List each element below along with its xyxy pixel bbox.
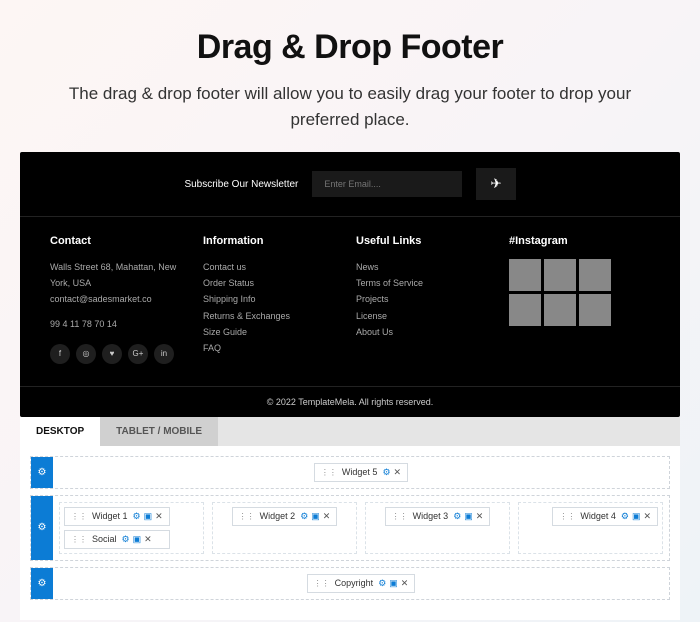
widget-block[interactable]: ⋮⋮ Widget 5 ⚙ ✕ <box>314 463 408 482</box>
footer-link[interactable]: News <box>356 259 497 275</box>
widget-block[interactable]: ⋮⋮ Widget 2 ⚙▣✕ <box>232 507 338 526</box>
footer-copyright: © 2022 TemplateMela. All rights reserved… <box>20 386 680 417</box>
close-icon[interactable]: ✕ <box>323 511 331 522</box>
tab-desktop[interactable]: DESKTOP <box>20 417 100 446</box>
contact-phone: 99 4 11 78 70 14 <box>50 316 191 332</box>
drag-icon: ⋮⋮ <box>314 579 330 588</box>
gear-icon: ⚙ <box>38 578 47 589</box>
instagram-thumb[interactable] <box>544 294 576 326</box>
instagram-icon[interactable]: ◎ <box>76 344 96 364</box>
newsletter-bar: Subscribe Our Newsletter ✈ <box>20 152 680 217</box>
eye-icon[interactable]: ▣ <box>632 511 641 522</box>
footer-link[interactable]: Terms of Service <box>356 275 497 291</box>
device-tabs: DESKTOP TABLET / MOBILE <box>20 417 680 446</box>
footer-col-useful: Useful Links News Terms of Service Proje… <box>356 235 497 364</box>
builder-row: ⚙ ⋮⋮ Widget 5 ⚙ ✕ <box>30 456 670 489</box>
drag-icon: ⋮⋮ <box>239 512 255 521</box>
instagram-thumb[interactable] <box>544 259 576 291</box>
widget-block[interactable]: ⋮⋮ Widget 4 ⚙▣✕ <box>552 507 658 526</box>
widget-label: Widget 4 <box>580 511 616 521</box>
gear-icon: ⚙ <box>38 522 47 533</box>
footer-col-instagram: #Instagram <box>509 235 650 364</box>
widget-block[interactable]: ⋮⋮ Widget 3 ⚙▣✕ <box>385 507 491 526</box>
gear-icon[interactable]: ⚙ <box>300 511 308 522</box>
row-settings-button[interactable]: ⚙ <box>31 496 53 560</box>
gear-icon[interactable]: ⚙ <box>453 511 461 522</box>
close-icon[interactable]: ✕ <box>144 534 152 545</box>
eye-icon[interactable]: ▣ <box>464 511 473 522</box>
footer-link[interactable]: FAQ <box>203 340 344 356</box>
footer-builder: DESKTOP TABLET / MOBILE ⚙ ⋮⋮ Widget 5 ⚙ ✕… <box>20 417 680 620</box>
drag-icon: ⋮⋮ <box>321 468 337 477</box>
close-icon[interactable]: ✕ <box>401 578 409 589</box>
widget-label: Widget 3 <box>413 511 449 521</box>
drag-icon: ⋮⋮ <box>71 535 87 544</box>
builder-row: ⚙ ⋮⋮ Widget 1 ⚙▣✕ ⋮⋮ Social <box>30 495 670 561</box>
twitter-icon[interactable]: ♥ <box>102 344 122 364</box>
widget-label: Widget 2 <box>260 511 296 521</box>
contact-address: Walls Street 68, Mahattan, New York, USA <box>50 259 191 291</box>
instagram-thumb[interactable] <box>509 259 541 291</box>
widget-block[interactable]: ⋮⋮ Copyright ⚙▣✕ <box>307 574 416 593</box>
facebook-icon[interactable]: f <box>50 344 70 364</box>
footer-col-contact: Contact Walls Street 68, Mahattan, New Y… <box>50 235 191 364</box>
close-icon[interactable]: ✕ <box>394 467 402 478</box>
page-title: Drag & Drop Footer <box>60 28 640 67</box>
gear-icon[interactable]: ⚙ <box>382 467 390 478</box>
footer-link[interactable]: Size Guide <box>203 324 344 340</box>
gear-icon[interactable]: ⚙ <box>122 534 130 545</box>
gear-icon[interactable]: ⚙ <box>133 511 141 522</box>
row-settings-button[interactable]: ⚙ <box>31 568 53 599</box>
widget-label: Social <box>92 534 117 544</box>
instagram-thumb[interactable] <box>509 294 541 326</box>
footer-link[interactable]: Contact us <box>203 259 344 275</box>
footer-preview: Subscribe Our Newsletter ✈ Contact Walls… <box>20 152 680 417</box>
widget-label: Widget 1 <box>92 511 128 521</box>
close-icon[interactable]: ✕ <box>643 511 651 522</box>
widget-block[interactable]: ⋮⋮ Widget 1 ⚙▣✕ <box>64 507 170 526</box>
row-settings-button[interactable]: ⚙ <box>31 457 53 488</box>
send-icon: ✈ <box>490 176 501 191</box>
footer-link[interactable]: Returns & Exchanges <box>203 308 344 324</box>
footer-link[interactable]: Order Status <box>203 275 344 291</box>
builder-row: ⚙ ⋮⋮ Copyright ⚙▣✕ <box>30 567 670 600</box>
google-plus-icon[interactable]: G+ <box>128 344 148 364</box>
instagram-thumb[interactable] <box>579 259 611 291</box>
footer-link[interactable]: Shipping Info <box>203 291 344 307</box>
newsletter-submit-button[interactable]: ✈ <box>476 168 515 200</box>
eye-icon[interactable]: ▣ <box>133 534 142 545</box>
instagram-heading: #Instagram <box>509 235 650 247</box>
social-icons: f ◎ ♥ G+ in <box>50 344 191 364</box>
eye-icon[interactable]: ▣ <box>311 511 320 522</box>
tab-tablet-mobile[interactable]: TABLET / MOBILE <box>100 417 218 446</box>
contact-heading: Contact <box>50 235 191 247</box>
drag-icon: ⋮⋮ <box>559 512 575 521</box>
eye-icon[interactable]: ▣ <box>144 511 153 522</box>
footer-link[interactable]: Projects <box>356 291 497 307</box>
eye-icon[interactable]: ▣ <box>389 578 398 589</box>
gear-icon[interactable]: ⚙ <box>621 511 629 522</box>
gear-icon: ⚙ <box>38 467 47 478</box>
close-icon[interactable]: ✕ <box>476 511 484 522</box>
widget-block[interactable]: ⋮⋮ Social ⚙▣✕ <box>64 530 170 549</box>
information-heading: Information <box>203 235 344 247</box>
contact-email: contact@sadesmarket.co <box>50 291 191 307</box>
drag-icon: ⋮⋮ <box>71 512 87 521</box>
widget-label: Widget 5 <box>342 467 378 477</box>
useful-heading: Useful Links <box>356 235 497 247</box>
newsletter-label: Subscribe Our Newsletter <box>184 179 298 190</box>
drag-icon: ⋮⋮ <box>392 512 408 521</box>
linkedin-icon[interactable]: in <box>154 344 174 364</box>
gear-icon[interactable]: ⚙ <box>378 578 386 589</box>
footer-col-information: Information Contact us Order Status Ship… <box>203 235 344 364</box>
widget-label: Copyright <box>335 578 374 588</box>
page-subtitle: The drag & drop footer will allow you to… <box>60 81 640 132</box>
close-icon[interactable]: ✕ <box>155 511 163 522</box>
instagram-thumb[interactable] <box>579 294 611 326</box>
newsletter-email-input[interactable] <box>312 171 462 197</box>
footer-link[interactable]: About Us <box>356 324 497 340</box>
footer-link[interactable]: License <box>356 308 497 324</box>
